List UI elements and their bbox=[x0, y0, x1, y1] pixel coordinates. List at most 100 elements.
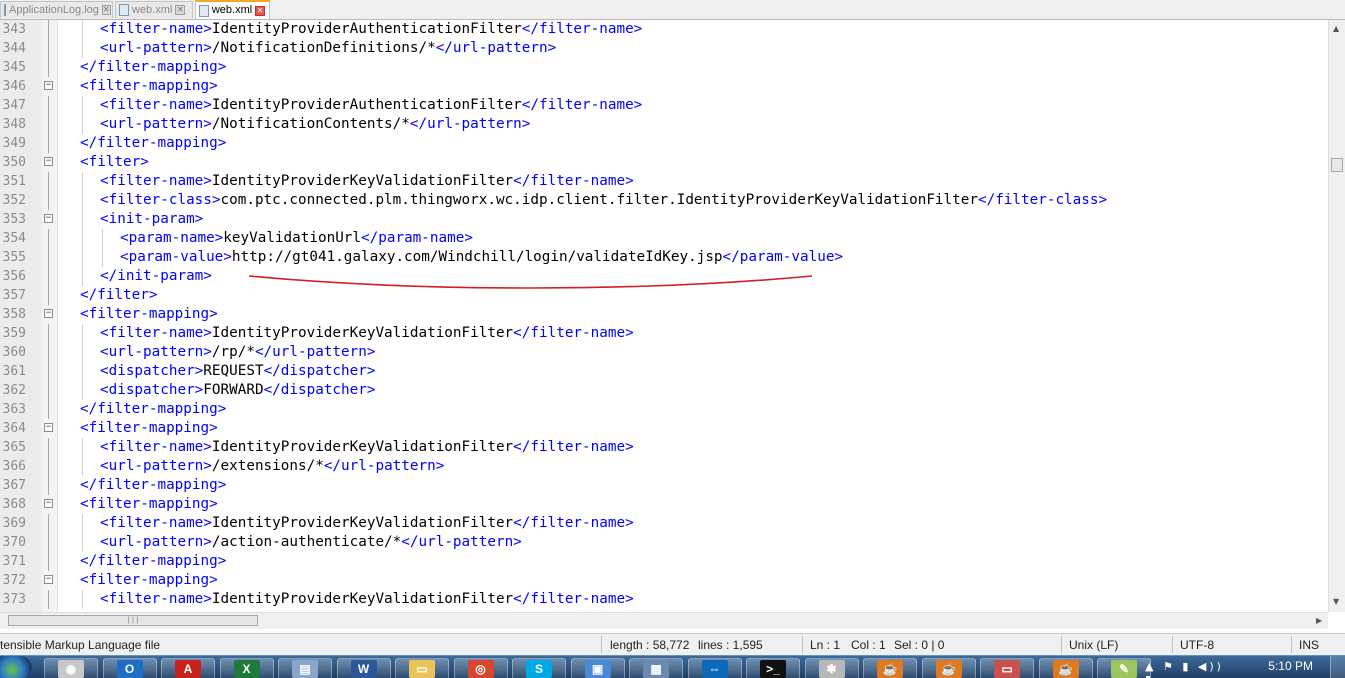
taskbar-button[interactable]: ▤ bbox=[278, 658, 332, 678]
code-text: <filter-mapping> bbox=[80, 77, 218, 96]
code-text: <url-pattern>/rp/*</url-pattern> bbox=[100, 343, 375, 362]
taskbar-button[interactable]: X bbox=[219, 658, 274, 678]
code-line[interactable]: 358 − <filter-mapping> bbox=[0, 305, 1328, 324]
code-line[interactable]: 366 <url-pattern>/extensions/*</url-patte… bbox=[0, 457, 1328, 476]
code-line[interactable]: 344 <url-pattern>/NotificationDefinitions… bbox=[0, 39, 1328, 58]
indent-guide bbox=[82, 457, 83, 476]
fold-toggle-icon[interactable]: − bbox=[44, 575, 53, 584]
code-line[interactable]: 370 <url-pattern>/action-authenticate/*</… bbox=[0, 533, 1328, 552]
code-line[interactable]: 346 − <filter-mapping> bbox=[0, 77, 1328, 96]
taskbar-button[interactable]: ▭ bbox=[980, 658, 1034, 678]
code-line[interactable]: 362 <dispatcher>FORWARD</dispatcher> bbox=[0, 381, 1328, 400]
fold-toggle-icon[interactable]: − bbox=[44, 309, 53, 318]
code-line[interactable]: 369 <filter-name>IdentityProviderKeyValid… bbox=[0, 514, 1328, 533]
show-desktop-button[interactable] bbox=[1330, 656, 1345, 678]
code-line[interactable]: 372 − <filter-mapping> bbox=[0, 571, 1328, 590]
taskbar-button[interactable]: ☕ bbox=[921, 658, 976, 678]
taskbar-button[interactable]: ▦ bbox=[629, 658, 683, 678]
code-line[interactable]: 355 <param-value>http://gt041.galaxy.com/… bbox=[0, 248, 1328, 267]
file-icon bbox=[119, 4, 129, 16]
tab-bar: ApplicationLog.log ✕ web.xml ✕ web.xml ✕ bbox=[0, 0, 1345, 20]
horizontal-scroll-thumb[interactable]: ||| bbox=[8, 615, 258, 626]
code-line[interactable]: 371 </filter-mapping> bbox=[0, 552, 1328, 571]
xml-tag: </param-name> bbox=[361, 230, 473, 246]
taskbar-button[interactable]: ▭ bbox=[395, 658, 449, 678]
xml-tag: </filter-mapping> bbox=[80, 59, 227, 75]
code-line[interactable]: 365 <filter-name>IdentityProviderKeyValid… bbox=[0, 438, 1328, 457]
taskbar-button[interactable]: ▣ bbox=[570, 658, 625, 678]
code-line[interactable]: 361 <dispatcher>REQUEST</dispatcher> bbox=[0, 362, 1328, 381]
code-line[interactable]: 364 − <filter-mapping> bbox=[0, 419, 1328, 438]
line-number: 353 bbox=[2, 212, 26, 227]
xml-tag: </filter-mapping> bbox=[80, 553, 227, 569]
tab-3[interactable]: web.xml ✕ bbox=[195, 0, 270, 19]
taskbar-button[interactable]: >_ bbox=[746, 658, 800, 678]
fold-toggle-icon[interactable]: − bbox=[44, 423, 53, 432]
code-line[interactable]: 368 − <filter-mapping> bbox=[0, 495, 1328, 514]
fold-toggle-icon[interactable]: − bbox=[44, 499, 53, 508]
xml-tag: <filter-name> bbox=[100, 591, 212, 607]
indent-guide bbox=[82, 362, 83, 381]
fold-toggle-icon[interactable]: − bbox=[44, 157, 53, 166]
code-line[interactable]: 351 <filter-name>IdentityProviderKeyValid… bbox=[0, 172, 1328, 191]
tab-2[interactable]: web.xml ✕ bbox=[115, 1, 193, 18]
code-line[interactable]: 363 </filter-mapping> bbox=[0, 400, 1328, 419]
code-line[interactable]: 350 − <filter> bbox=[0, 153, 1328, 172]
code-line[interactable]: 343 <filter-name>IdentityProviderAuthenti… bbox=[0, 20, 1328, 39]
status-bar: tensible Markup Language file length : 5… bbox=[0, 633, 1345, 656]
code-line[interactable]: 354 <param-name>keyValidationUrl</param-n… bbox=[0, 229, 1328, 248]
close-icon[interactable]: ✕ bbox=[255, 5, 265, 16]
code-line[interactable]: 345 </filter-mapping> bbox=[0, 58, 1328, 77]
code-line[interactable]: 360 <url-pattern>/rp/*</url-pattern> bbox=[0, 343, 1328, 362]
tab-1[interactable]: ApplicationLog.log ✕ bbox=[0, 1, 113, 18]
vertical-scrollbar[interactable]: ▲ ▼ bbox=[1328, 20, 1345, 612]
code-text: </filter> bbox=[80, 286, 157, 305]
notepadpp-icon: ✎ bbox=[1111, 660, 1137, 678]
code-line[interactable]: 353 − <init-param> bbox=[0, 210, 1328, 229]
horizontal-scrollbar[interactable]: ||| ▶ bbox=[0, 612, 1328, 629]
xml-tag: <filter-name> bbox=[100, 21, 212, 37]
scroll-right-arrow-icon[interactable]: ▶ bbox=[1316, 616, 1322, 625]
taskbar-button[interactable]: ✱ bbox=[804, 658, 859, 678]
scroll-up-arrow-icon[interactable]: ▲ bbox=[1333, 24, 1339, 33]
fold-toggle-icon[interactable]: − bbox=[44, 214, 53, 223]
taskbar-button[interactable]: ◎ bbox=[453, 658, 508, 678]
code-line[interactable]: 357 </filter> bbox=[0, 286, 1328, 305]
code-line[interactable]: 347 <filter-name>IdentityProviderAuthenti… bbox=[0, 96, 1328, 115]
fold-toggle-icon[interactable]: − bbox=[44, 81, 53, 90]
taskbar-button[interactable]: ⇔ bbox=[687, 658, 742, 678]
code-line[interactable]: 367 </filter-mapping> bbox=[0, 476, 1328, 495]
fold-line bbox=[48, 96, 49, 115]
clock[interactable]: 5:10 PM bbox=[1268, 659, 1313, 673]
code-line[interactable]: 352 <filter-class>com.ptc.connected.plm.t… bbox=[0, 191, 1328, 210]
taskbar-button[interactable]: O bbox=[102, 658, 157, 678]
line-number: 348 bbox=[2, 117, 26, 132]
code-editor[interactable]: 343 <filter-name>IdentityProviderAuthenti… bbox=[0, 20, 1328, 612]
taskbar-button[interactable]: ☕ bbox=[863, 658, 917, 678]
close-icon[interactable]: ✕ bbox=[175, 5, 186, 15]
remote-desktop-icon: ▦ bbox=[643, 660, 669, 678]
taskbar-button[interactable]: W bbox=[336, 658, 391, 678]
xml-text: /NotificationContents/* bbox=[211, 116, 410, 132]
code-text: <param-name>keyValidationUrl</param-name… bbox=[120, 229, 473, 248]
close-icon[interactable]: ✕ bbox=[101, 5, 111, 15]
fold-line bbox=[48, 191, 49, 210]
code-line[interactable]: 359 <filter-name>IdentityProviderKeyValid… bbox=[0, 324, 1328, 343]
vertical-scroll-thumb[interactable] bbox=[1331, 158, 1343, 172]
taskbar-button[interactable]: A bbox=[161, 658, 215, 678]
scroll-down-arrow-icon[interactable]: ▼ bbox=[1333, 597, 1339, 606]
taskbar-button[interactable]: S bbox=[512, 658, 566, 678]
start-button[interactable] bbox=[0, 656, 32, 678]
line-number: 364 bbox=[2, 421, 26, 436]
system-tray-icons[interactable]: ▲ ⚑ ▮ ◀)) ▮ bbox=[1145, 660, 1235, 678]
xml-tag: </filter-name> bbox=[513, 325, 634, 341]
code-line[interactable]: 373 <filter-name>IdentityProviderKeyValid… bbox=[0, 590, 1328, 609]
code-line[interactable]: 348 <url-pattern>/NotificationContents/*<… bbox=[0, 115, 1328, 134]
fold-line bbox=[48, 267, 49, 286]
taskbar-button[interactable]: ✎ bbox=[1097, 658, 1151, 678]
taskbar-button[interactable]: ☕ bbox=[1038, 658, 1093, 678]
taskbar-button[interactable]: ◉ bbox=[44, 658, 98, 678]
code-line[interactable]: 349 </filter-mapping> bbox=[0, 134, 1328, 153]
code-text: <filter-name>IdentityProviderKeyValidati… bbox=[100, 590, 634, 609]
code-line[interactable]: 356 </init-param> bbox=[0, 267, 1328, 286]
